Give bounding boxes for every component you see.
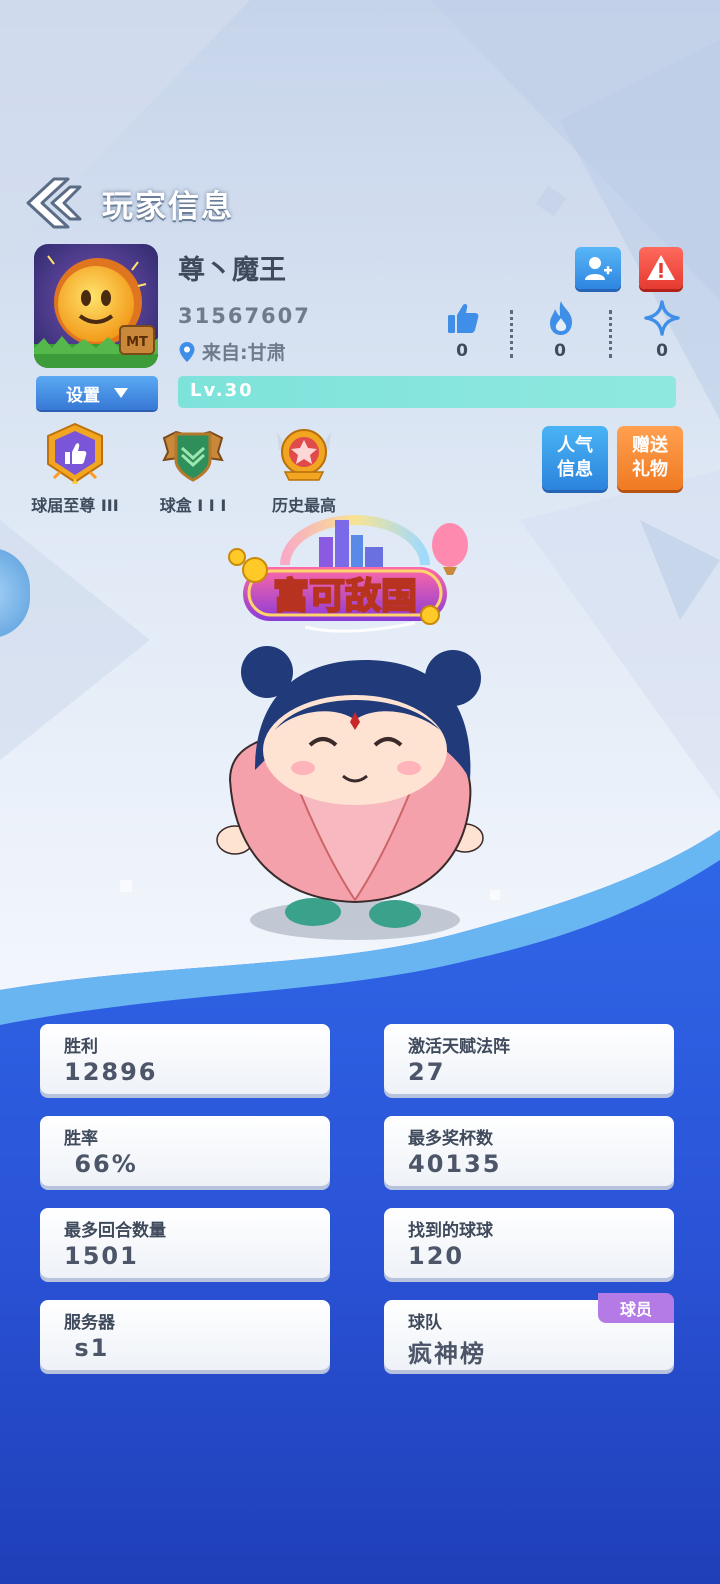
stat-card-balls-found: 找到的球球 120 <box>384 1208 674 1278</box>
card-label: 服务器 <box>64 1313 115 1333</box>
location-pin-icon <box>179 341 195 362</box>
badge-rank-label: 球届至尊 III <box>31 496 119 515</box>
sparkle-stat[interactable] <box>644 300 680 336</box>
send-gift-button[interactable]: 赠送礼物 <box>617 426 683 490</box>
title-banner-text: 富可敌国 <box>273 575 417 617</box>
badge-box-label: 球盒 I I I <box>159 496 227 515</box>
popularity-info-label: 人气信息 <box>557 435 593 480</box>
stat-card-max-rounds: 最多回合数量 1501 <box>40 1208 330 1278</box>
add-friend-button[interactable] <box>575 247 621 289</box>
card-value: s1 <box>64 1334 110 1362</box>
sparkle-count: 0 <box>656 341 668 361</box>
send-gift-label: 赠送礼物 <box>632 435 668 480</box>
fire-icon <box>550 301 572 335</box>
settings-dropdown[interactable]: 设置 <box>36 376 158 410</box>
back-button[interactable] <box>22 171 86 235</box>
location-text: 来自:甘肃 <box>202 342 286 364</box>
card-value: 1501 <box>64 1242 139 1270</box>
report-button[interactable] <box>639 247 683 289</box>
caret-down-icon <box>114 388 128 398</box>
badge-history-label: 历史最高 <box>271 496 336 515</box>
page-title: 玩家信息 <box>102 188 234 225</box>
avatar-image: MT <box>34 244 158 368</box>
stat-card-win-rate: 胜率 66% <box>40 1116 330 1186</box>
popularity-info-button[interactable]: 人气信息 <box>542 426 608 490</box>
badge-rank[interactable]: 球届至尊 III <box>15 422 135 516</box>
card-value: 27 <box>408 1058 446 1086</box>
card-value: 66% <box>64 1150 138 1178</box>
card-label: 胜率 <box>64 1129 98 1149</box>
stat-card-team[interactable]: 球队 疯神榜 球员 <box>384 1293 674 1370</box>
player-location: 来自:甘肃 <box>178 338 286 365</box>
card-label: 最多回合数量 <box>64 1221 166 1241</box>
stat-divider <box>609 310 612 358</box>
stat-card-max-trophies: 最多奖杯数 40135 <box>384 1116 674 1186</box>
title-banner: 富可敌国 <box>228 515 468 633</box>
card-label: 最多奖杯数 <box>408 1129 493 1149</box>
player-name: 尊丶魔王 <box>178 255 286 286</box>
stat-card-wins: 胜利 12896 <box>40 1024 330 1094</box>
avatar-badge-text: MT <box>126 335 148 350</box>
card-label: 胜利 <box>64 1037 98 1057</box>
stat-card-talents: 激活天赋法阵 27 <box>384 1024 674 1094</box>
warning-icon <box>647 255 675 280</box>
shield-badge-icon <box>162 430 224 482</box>
likes-count: 0 <box>456 341 468 361</box>
card-value: 40135 <box>408 1150 502 1178</box>
level-text: Lv.30 <box>190 380 254 401</box>
page-header: 玩家信息 <box>22 170 234 236</box>
badge-box[interactable]: 球盒 I I I <box>133 422 253 516</box>
medal-badge-icon <box>277 429 331 481</box>
thumbs-up-icon <box>448 304 479 333</box>
player-avatar[interactable]: MT <box>34 244 158 368</box>
stat-card-server: 服务器 s1 <box>40 1300 330 1370</box>
stat-divider <box>510 310 513 358</box>
card-label: 激活天赋法阵 <box>408 1037 510 1057</box>
player-id: 31567607 <box>178 304 311 328</box>
add-user-icon <box>585 257 612 280</box>
card-label: 找到的球球 <box>408 1221 493 1241</box>
heat-count: 0 <box>554 341 566 361</box>
double-chevron-left-icon <box>26 177 82 229</box>
badge-history[interactable]: 历史最高 <box>244 422 364 516</box>
card-value: 120 <box>408 1242 465 1270</box>
likes-stat[interactable] <box>445 300 481 336</box>
heat-stat[interactable] <box>543 300 579 336</box>
card-value: 12896 <box>64 1058 158 1086</box>
player-character <box>216 646 484 940</box>
card-label: 球队 <box>408 1313 442 1333</box>
card-value: 疯神榜 <box>408 1340 486 1368</box>
sparkle-icon <box>644 300 680 336</box>
team-role-tag: 球员 <box>598 1293 674 1323</box>
trophy-rank-icon <box>47 422 103 484</box>
settings-label: 设置 <box>66 385 100 406</box>
